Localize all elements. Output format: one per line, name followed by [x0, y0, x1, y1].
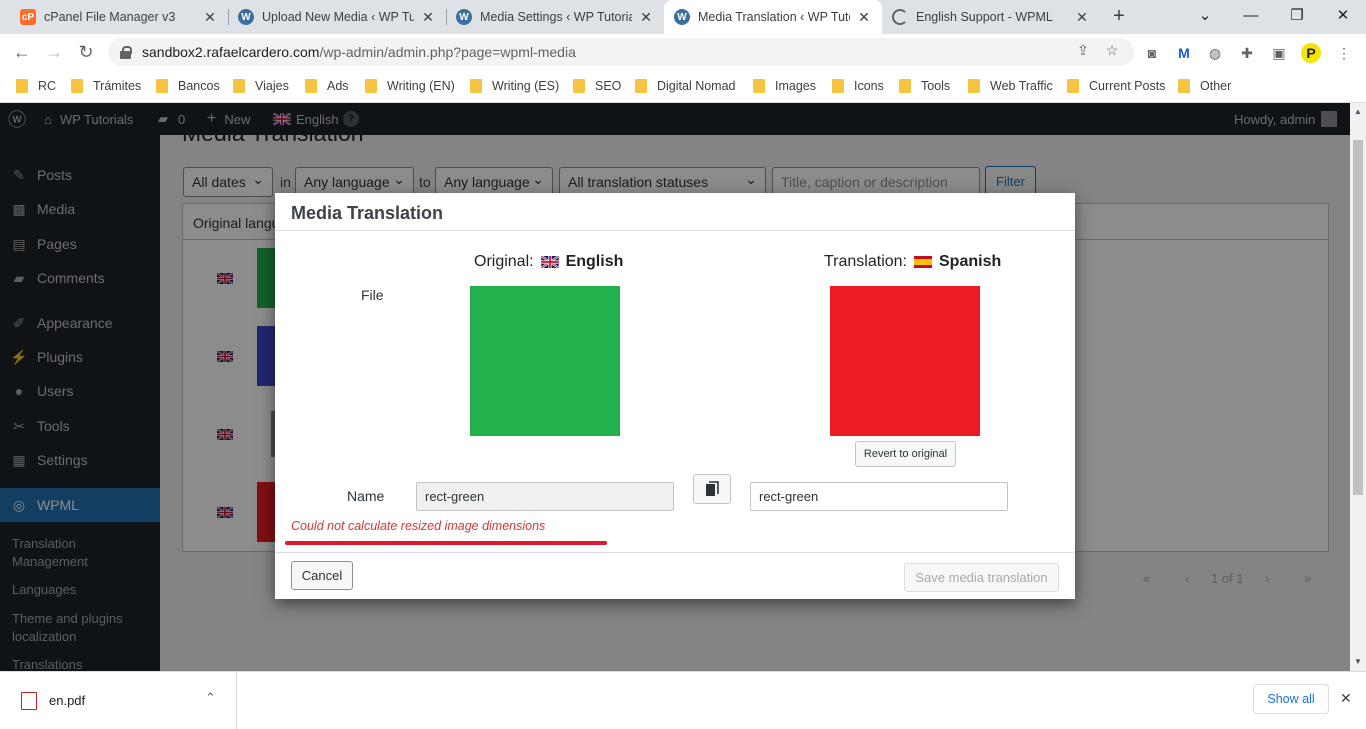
folder-icon	[365, 79, 377, 93]
folder-icon	[1178, 79, 1190, 93]
wordpress-icon: W	[238, 9, 254, 25]
bookmark-folder[interactable]: Web Traffic	[968, 77, 1053, 95]
browser-tabbar: cP cPanel File Manager v3 ✕ W Upload New…	[0, 0, 1366, 34]
close-tab-icon[interactable]: ✕	[856, 9, 872, 26]
original-name-field: rect-green	[416, 482, 674, 511]
chevron-up-icon[interactable]: ⌃	[205, 690, 216, 706]
folder-icon	[968, 79, 980, 93]
camera-extension-icon[interactable]: ◙	[1142, 43, 1162, 63]
original-language-heading: Original: English	[474, 253, 624, 270]
scroll-up-icon[interactable]: ▲	[1354, 107, 1362, 116]
folder-icon	[573, 79, 585, 93]
globe-extension-icon[interactable]: ◍	[1205, 43, 1225, 63]
puzzle-extensions-icon[interactable]: ✚	[1237, 43, 1257, 63]
pdf-file-icon	[21, 691, 37, 710]
show-all-downloads-button[interactable]: Show all	[1253, 684, 1329, 714]
cancel-button[interactable]: Cancel	[291, 561, 353, 590]
wordpress-icon: W	[456, 9, 472, 25]
bookmark-folder[interactable]: Other	[1178, 77, 1231, 95]
lock-icon[interactable]	[120, 46, 132, 59]
sidepanel-icon[interactable]: ▣	[1269, 43, 1289, 63]
scroll-down-icon[interactable]: ▼	[1354, 657, 1362, 666]
folder-icon	[470, 79, 482, 93]
browser-tab-cpanel[interactable]: cP cPanel File Manager v3 ✕	[10, 0, 228, 34]
reload-icon[interactable]: ↻	[74, 41, 98, 63]
original-image	[470, 286, 620, 436]
bookmarks-bar: RC Trámites Bancos Viajes Ads Writing (E…	[0, 70, 1366, 103]
bookmark-folder[interactable]: RC	[16, 77, 56, 95]
bookmark-folder[interactable]: Writing (ES)	[470, 77, 559, 95]
minimize-button[interactable]: —	[1228, 0, 1274, 34]
browser-tab-upload-media[interactable]: W Upload New Media ‹ WP Tuto ✕	[228, 0, 446, 34]
close-tab-icon[interactable]: ✕	[1074, 9, 1090, 26]
tab-search-icon[interactable]: ⌄	[1182, 0, 1228, 34]
wordpress-icon: W	[674, 9, 690, 25]
scrollbar-thumb[interactable]	[1353, 140, 1363, 495]
download-item[interactable]: en.pdf ⌃	[0, 672, 237, 729]
uk-flag-icon	[540, 256, 559, 268]
address-bar[interactable]: sandbox2.rafaelcardero.com/wp-admin/admi…	[108, 38, 1134, 66]
bookmark-folder[interactable]: Trámites	[71, 77, 141, 95]
bookmark-folder[interactable]: SEO	[573, 77, 621, 95]
loading-icon	[892, 9, 908, 25]
folder-icon	[71, 79, 83, 93]
error-message: Could not calculate resized image dimens…	[291, 519, 546, 533]
translation-language-heading: Translation: Spanish	[824, 253, 1002, 270]
name-label: Name	[347, 488, 385, 504]
media-translation-dialog: Media Translation Original: English Tran…	[275, 193, 1075, 599]
bookmark-folder[interactable]: Writing (EN)	[365, 77, 455, 95]
cpanel-icon: cP	[20, 9, 36, 25]
folder-icon	[16, 79, 28, 93]
bookmark-folder[interactable]: Ads	[305, 77, 349, 95]
close-download-bar-icon[interactable]: ✕	[1340, 690, 1352, 707]
folder-icon	[635, 79, 647, 93]
bookmark-folder[interactable]: Current Posts	[1067, 77, 1165, 95]
dialog-footer: Cancel Save media translation	[275, 552, 1075, 599]
close-tab-icon[interactable]: ✕	[202, 9, 218, 26]
back-icon[interactable]: ←	[10, 41, 34, 63]
folder-icon	[305, 79, 317, 93]
browser-tab-wpml-support[interactable]: English Support - WPML ✕	[882, 0, 1100, 34]
spain-flag-icon	[914, 256, 932, 268]
folder-icon	[753, 79, 765, 93]
folder-icon	[233, 79, 245, 93]
bookmark-folder[interactable]: Images	[753, 77, 816, 95]
close-window-button[interactable]: ✕	[1320, 0, 1366, 34]
folder-icon	[1067, 79, 1079, 93]
dialog-title: Media Translation	[275, 193, 1075, 231]
menu-kebab-icon[interactable]: ⋮	[1334, 43, 1354, 63]
copy-icon	[706, 481, 719, 496]
forward-icon[interactable]: →	[42, 41, 66, 63]
bookmark-star-icon[interactable]: ☆	[1103, 41, 1121, 59]
bookmark-folder[interactable]: Viajes	[233, 77, 289, 95]
restore-button[interactable]: ❐	[1274, 0, 1320, 34]
page-scrollbar[interactable]: ▲ ▼	[1350, 103, 1366, 671]
download-bar: en.pdf ⌃ Show all ✕	[0, 671, 1366, 729]
translated-name-input[interactable]: rect-green	[750, 482, 1008, 511]
close-tab-icon[interactable]: ✕	[638, 9, 654, 26]
bookmark-folder[interactable]: Icons	[832, 77, 884, 95]
folder-icon	[156, 79, 168, 93]
revert-to-original-button[interactable]: Revert to original	[855, 441, 956, 467]
error-underline-annotation	[285, 541, 607, 545]
new-tab-button[interactable]: +	[1108, 6, 1130, 28]
share-icon[interactable]: ⇪	[1074, 41, 1092, 59]
folder-icon	[832, 79, 844, 93]
bookmark-folder[interactable]: Tools	[899, 77, 950, 95]
copy-name-button[interactable]	[693, 474, 731, 504]
file-label: File	[361, 287, 384, 303]
translated-image[interactable]	[830, 286, 980, 436]
profile-avatar[interactable]: P	[1301, 43, 1321, 63]
bookmark-folder[interactable]: Bancos	[156, 77, 220, 95]
folder-icon	[899, 79, 911, 93]
malwarebytes-extension-icon[interactable]: M	[1174, 43, 1194, 63]
browser-tab-media-translation[interactable]: W Media Translation ‹ WP Tuto ✕	[664, 0, 882, 34]
save-media-translation-button[interactable]: Save media translation	[904, 563, 1059, 592]
browser-tab-media-settings[interactable]: W Media Settings ‹ WP Tutorials ✕	[446, 0, 664, 34]
close-tab-icon[interactable]: ✕	[420, 9, 436, 26]
bookmark-folder[interactable]: Digital Nomad	[635, 77, 736, 95]
